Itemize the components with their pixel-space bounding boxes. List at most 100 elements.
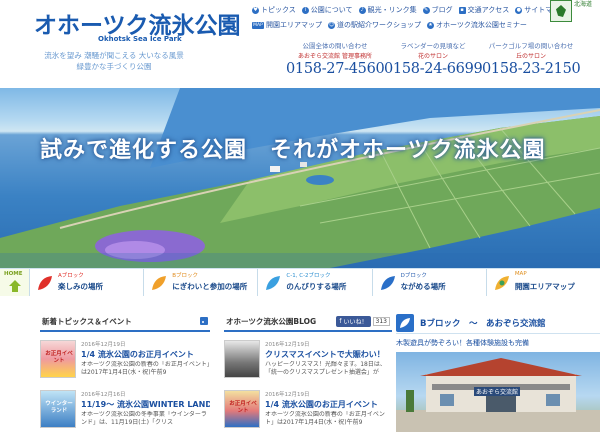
hero-caption: 試みで進化する公園 それがオホーツク流氷公園 — [40, 138, 546, 163]
block-name: にぎわいと参加の場所 — [172, 282, 248, 291]
contact-subcaption: あおぞら交流館 管理事務所 — [298, 53, 372, 60]
aozora-hall-photo[interactable]: あおぞら交流館 — [396, 352, 600, 432]
nav-link-area-map[interactable]: MAP 開園エリアマップ — [252, 20, 322, 30]
nav-link-access[interactable]: ▪ 交通アクセス — [458, 5, 509, 15]
block-name: 楽しみの場所 — [58, 282, 103, 291]
thumbnail-text: ウインターランド — [45, 401, 73, 414]
nav-link-label: トピックス — [261, 6, 296, 14]
facebook-like-box: f いいね！ 313 — [336, 315, 390, 327]
leaf-icon — [380, 276, 395, 290]
contact-caption: ラベンダーの見頃など — [400, 42, 466, 50]
contact-parkgolf: パークゴルフ場の問い合わせ 丘のサロン 0158-23-2150 — [482, 40, 581, 77]
contact-phone[interactable]: 0158-24-6699 — [384, 61, 483, 77]
news-thumbnail[interactable]: ウインターランド — [40, 390, 76, 428]
blog-column: オホーツク流氷公園BLOG f いいね！ 313 2016年12月19日 クリスマ… — [224, 312, 392, 432]
top-nav-row-1: ♥ トピックス i 公園について ♪ 観光・リンク集 ✎ ブログ ▪ 交通アクセス ● サイ… — [252, 4, 566, 16]
block-c-button[interactable]: C-1, C-2ブロック のんびりする場所 — [258, 269, 373, 296]
top-nav-row-2: MAP 開園エリアマップ ☺ 道の駅紹介ワークショップ ★ オホーツク流氷公園セミナー — [252, 19, 548, 31]
contact-subcaption: 花のサロン — [417, 53, 448, 60]
person-icon: ☺ — [328, 21, 335, 29]
home-label: HOME — [4, 271, 23, 277]
news-title: 新着トピックス＆イベント — [42, 316, 132, 326]
block-tag: Dブロック — [400, 273, 427, 279]
block-d-button[interactable]: Dブロック ながめる場所 — [372, 269, 487, 296]
blog-entry-body: 2016年12月19日 クリスマスイベントで大賑わい！ ハッピークリスマス！光輝… — [265, 340, 392, 382]
leaf-icon — [396, 313, 414, 332]
nav-link-topics[interactable]: ♥ トピックス — [252, 5, 296, 15]
block-navigation: HOME Aブロック 楽しみの場所 Bブロック にぎわいと参加の場所 C-1, … — [0, 268, 600, 296]
entry-title[interactable]: クリスマスイベントで大賑わい！ — [265, 349, 392, 360]
nav-link-about[interactable]: i 公園について — [301, 5, 353, 15]
nav-link-label: ブログ — [431, 6, 453, 14]
park-aerial-image — [0, 88, 600, 268]
site-logo-subtitle: Okhotsk Sea Ice Park — [98, 35, 182, 43]
nav-link-workshop[interactable]: ☺ 道の駅紹介ワークショップ — [328, 20, 421, 30]
block-tag: Bブロック — [172, 273, 198, 279]
blog-thumbnail[interactable] — [224, 340, 260, 378]
block-b-button[interactable]: Bブロック にぎわいと参加の場所 — [144, 269, 259, 296]
site-tagline: 流氷を望み 潮騒が聞こえる 大いなる風景 緑豊かな手づくり公園 — [34, 50, 194, 72]
entry-title[interactable]: 11/19～ 流氷公園WINTER LAND — [81, 399, 210, 410]
nav-link-label: 観光・リンク集 — [367, 6, 417, 14]
music-note-icon: ♪ — [358, 6, 366, 14]
news-column: 新着トピックス＆イベント お正月イベント 2016年12月19日 1/4 流氷公… — [40, 312, 210, 432]
facebook-like-button[interactable]: f いいね！ — [336, 315, 371, 327]
home-button[interactable]: HOME — [0, 269, 30, 296]
contact-phone[interactable]: 0158-27-4560 — [286, 61, 385, 77]
leaf-icon — [152, 276, 167, 290]
contact-numbers: 公園全体の問い合わせ あおぞら交流館 管理事務所 0158-27-4560 ラベ… — [286, 40, 581, 77]
news-entry[interactable]: お正月イベント 2016年12月19日 1/4 流氷公園のお正月イベント オホー… — [40, 340, 210, 382]
entry-excerpt: オホーツク流氷公園の新春の「お正月イベント」は2017年1月4日(水・祝)午前9 — [265, 411, 385, 426]
like-label: いいね！ — [343, 318, 368, 326]
entry-title[interactable]: 1/4 流氷公園のお正月イベント — [81, 349, 210, 360]
news-entry-body: 2016年12月16日 11/19～ 流氷公園WINTER LAND オホーツク… — [81, 390, 210, 432]
entry-excerpt: オホーツク流氷公園の冬季事業「ウインターランド」は、11月19日(土)「クリス — [81, 411, 207, 426]
nav-link-tourism[interactable]: ♪ 観光・リンク集 — [358, 5, 417, 15]
block-a-button[interactable]: Aブロック 楽しみの場所 — [30, 269, 145, 296]
star-icon: ★ — [427, 21, 434, 29]
nav-link-label: 開園エリアマップ — [266, 21, 322, 29]
block-tag: C-1, C-2ブロック — [286, 273, 331, 279]
block-b-header: Bブロック ～ あおぞら交流館 — [396, 312, 600, 334]
block-name: 開園エリアマップ — [514, 282, 575, 291]
tagline-line-1: 流氷を望み 潮騒が聞こえる 大いなる風景 — [44, 51, 184, 60]
entry-title[interactable]: 1/4 流氷公園のお正月イベント — [265, 399, 392, 410]
map-icon: MAP — [252, 21, 264, 29]
thumbnail-text: お正月イベント — [45, 351, 73, 364]
blog-entry-body: 2016年12月19日 1/4 流氷公園のお正月イベント オホーツク流氷公園の新… — [265, 390, 392, 432]
blog-thumbnail[interactable]: お正月イベント — [224, 390, 260, 428]
contact-phone[interactable]: 0158-23-2150 — [482, 61, 581, 77]
map-leaf-icon — [494, 276, 509, 290]
tagline-line-2: 緑豊かな手づくり公園 — [76, 62, 152, 71]
block-b-feature: Bブロック ～ あおぞら交流館 木製遊具が勢ぞろい！各種体験施設も完備 あおぞら… — [396, 312, 600, 432]
block-tag: Aブロック — [58, 273, 84, 279]
home-icon — [9, 280, 21, 292]
hero-banner: 試みで進化する公園 それがオホーツク流氷公園 — [0, 88, 600, 268]
top-navigation: ♥ トピックス i 公園について ♪ 観光・リンク集 ✎ ブログ ▪ 交通アクセス ● サイ… — [252, 4, 566, 34]
area-map-button[interactable]: MAP 開園エリアマップ — [486, 269, 600, 296]
leaf-icon — [38, 276, 52, 290]
like-count: 313 — [372, 316, 390, 326]
entry-date: 2016年12月16日 — [81, 392, 126, 398]
block-tag: MAP — [514, 271, 527, 277]
nav-link-label: オホーツク流氷公園セミナー — [436, 21, 527, 29]
block-b-title[interactable]: Bブロック ～ あおぞら交流館 — [420, 317, 545, 329]
blog-entry[interactable]: お正月イベント 2016年12月19日 1/4 流氷公園のお正月イベント オホー… — [224, 390, 392, 432]
nav-link-label: 公園について — [310, 6, 353, 14]
blog-entry[interactable]: 2016年12月19日 クリスマスイベントで大賑わい！ ハッピークリスマス！光輝… — [224, 340, 392, 382]
block-name: ながめる場所 — [400, 282, 446, 291]
news-thumbnail[interactable]: お正月イベント — [40, 340, 76, 378]
nav-link-blog[interactable]: ✎ ブログ — [422, 5, 453, 15]
news-entry[interactable]: ウインターランド 2016年12月16日 11/19～ 流氷公園WINTER L… — [40, 390, 210, 432]
blog-header: オホーツク流氷公園BLOG f いいね！ 313 — [224, 312, 392, 332]
news-header: 新着トピックス＆イベント — [40, 312, 210, 332]
car-icon: ▪ — [458, 6, 466, 14]
entry-date: 2016年12月19日 — [81, 342, 126, 348]
contact-subcaption: 丘のサロン — [515, 53, 546, 60]
building-sign: あおぞら交流館 — [474, 387, 521, 396]
hokkaido-seal-icon — [550, 0, 572, 22]
heart-icon: ♥ — [252, 6, 259, 14]
facebook-icon: f — [339, 317, 342, 325]
rss-icon[interactable] — [200, 317, 208, 325]
nav-link-seminar[interactable]: ★ オホーツク流氷公園セミナー — [427, 20, 527, 30]
